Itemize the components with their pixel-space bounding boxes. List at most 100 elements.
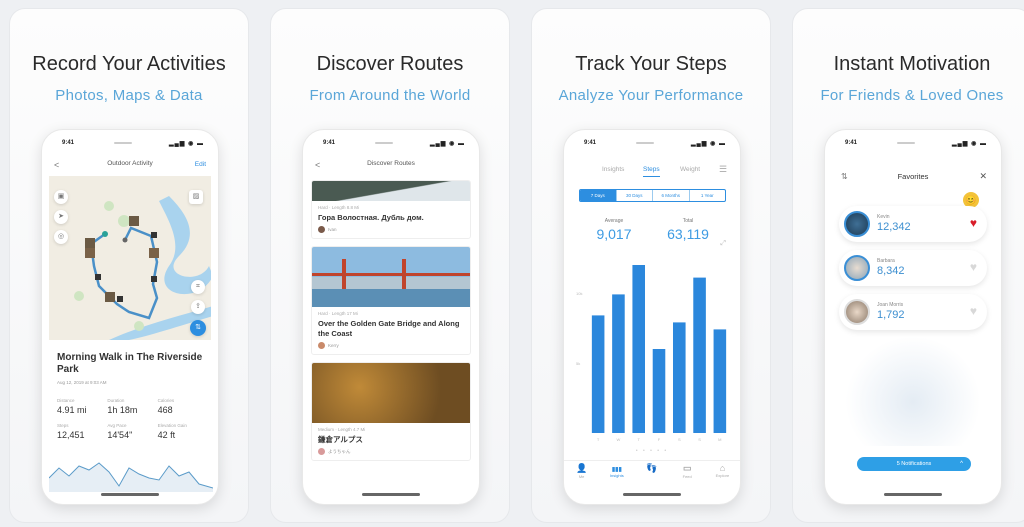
heart-icon[interactable]: ♥	[970, 304, 977, 318]
avatar	[844, 299, 870, 325]
route-list: Hard · Length 8.8 Mi Гора Волостная. Дуб…	[311, 180, 471, 468]
tab-insights[interactable]: Insights	[602, 166, 624, 173]
phone-activity: 9:41 ▂▄▆ ◉ ▬ < Outdoor Activity Edit ▣ ➤ …	[41, 129, 219, 505]
stat-duration: Duration 1h 18m	[107, 398, 138, 415]
avatar	[318, 226, 325, 233]
home-indicator	[101, 493, 159, 496]
favorite-item[interactable]: Barbara 8,342 ♥	[839, 250, 987, 286]
avatar	[318, 342, 325, 349]
nav-title: Discover Routes	[367, 160, 415, 167]
phone-steps: 9:41 ▂▄▆ ◉ ▬ Insights Steps Weight ☰ 7 Da…	[563, 129, 741, 505]
panel-discover-routes: Discover Routes From Around the World 9:…	[270, 8, 510, 523]
share-icon[interactable]: ⇪	[191, 300, 205, 314]
panel-title: Record Your Activities	[32, 53, 226, 75]
route-card[interactable]: Medium · Length 4.7 Mi 鎌倉アルプス ようちゃん	[311, 362, 471, 461]
range-7-days[interactable]: 7 Days	[580, 190, 616, 201]
tabbar-insights[interactable]: ▮▮▮ Insights	[599, 461, 634, 488]
globe-icon[interactable]: ◎	[54, 230, 68, 244]
x-tick-label: M	[718, 437, 721, 442]
swap-icon[interactable]: ⇅	[190, 320, 206, 336]
expand-icon[interactable]: ⤢	[720, 240, 726, 248]
tab-bar: 👤 Me ▮▮▮ Insights 👣 ▭ Feed ⌂ Explore	[564, 460, 740, 488]
route-card[interactable]: Hard · Length 8.8 Mi Гора Волостная. Дуб…	[311, 180, 471, 239]
range-30-days[interactable]: 30 Days	[615, 190, 653, 201]
activity-title: Morning Walk in The Riverside Park	[57, 352, 203, 375]
x-tick-label: T	[597, 437, 600, 442]
status-bar: 9:41 ▂▄▆ ◉ ▬	[845, 140, 987, 147]
page-dots: • • • • •	[635, 448, 669, 454]
bar-1	[612, 294, 625, 433]
status-bar: 9:41 ▂▄▆ ◉ ▬	[62, 140, 204, 147]
y-tick-label: 10k	[576, 291, 582, 296]
signal-icons: ▂▄▆ ◉ ▬	[168, 141, 204, 147]
tabbar-me[interactable]: 👤 Me	[564, 461, 599, 488]
heart-icon[interactable]: ♥	[970, 216, 977, 230]
panel-track-steps: Track Your Steps Analyze Your Performanc…	[531, 8, 771, 523]
status-bar: 9:41 ▂▄▆ ◉ ▬	[323, 140, 465, 147]
route-map[interactable]: ▣ ➤ ◎ ▨ ⌗ ⇪ ⇅	[49, 176, 211, 340]
avatar	[844, 255, 870, 281]
range-1-year[interactable]: 1 Year	[688, 190, 726, 201]
tabbar-steps[interactable]: 👣	[634, 461, 669, 488]
stat-steps: Steps 12,451	[57, 423, 85, 440]
layers-icon[interactable]: ▣	[54, 190, 68, 204]
range-selector: 7 Days 30 Days 6 Months 1 Year	[579, 189, 726, 202]
x-tick-label: S	[678, 437, 681, 442]
elevation-chart	[49, 462, 213, 492]
panel-subtitle: From Around the World	[309, 87, 471, 104]
x-tick-label: S	[698, 437, 701, 442]
settings-sliders-icon[interactable]: ☰	[719, 164, 727, 175]
panel-subtitle: Photos, Maps & Data	[55, 87, 203, 104]
chevron-up-icon: ^	[960, 461, 963, 467]
favorites-header: ⇅ Favorites ✕	[825, 171, 1001, 182]
activity-date: Aug 12, 2019 at 9:03 AM	[57, 380, 107, 385]
nav-title: Outdoor Activity	[107, 160, 153, 167]
average-metric: Average 9,017	[596, 218, 632, 242]
stat-elevation: Elevation Gain 42 ft	[157, 423, 187, 440]
add-photo-icon[interactable]: ▨	[189, 190, 203, 204]
home-indicator	[623, 493, 681, 496]
panel-record-activities: Record Your Activities Photos, Maps & Da…	[9, 8, 249, 523]
phone-routes: 9:41 ▂▄▆ ◉ ▬ < Discover Routes Hard · Len…	[302, 129, 480, 505]
back-button[interactable]: <	[54, 160, 59, 170]
bar-2	[632, 265, 646, 433]
tabbar-feed[interactable]: ▭ Feed	[670, 461, 705, 488]
route-title: 鎌倉アルプス	[318, 435, 363, 444]
nav-bar: < Outdoor Activity Edit	[42, 160, 218, 176]
route-title: Гора Волостная. Дубль дом.	[318, 213, 424, 222]
favorites-title: Favorites	[897, 172, 929, 181]
phone-favorites: 9:41 ▂▄▆ ◉ ▬ ⇅ Favorites ✕ 😊 Kevin 12,342…	[824, 129, 1002, 505]
heart-icon[interactable]: ♥	[970, 260, 977, 274]
total-metric: Total 63,119	[667, 218, 709, 242]
route-photo	[312, 181, 470, 201]
favorite-item[interactable]: Kevin 12,342 ♥	[839, 206, 987, 242]
avatar	[844, 211, 870, 237]
range-6-months[interactable]: 6 Months	[652, 190, 689, 201]
nav-bar: < Discover Routes	[303, 160, 479, 176]
notifications-button[interactable]: 5 Notifications ^	[857, 457, 971, 471]
panel-instant-motivation: Instant Motivation For Friends & Loved O…	[792, 8, 1024, 523]
tab-steps[interactable]: Steps	[643, 166, 660, 177]
favorite-item[interactable]: Joan Morris 1,792 ♥	[839, 294, 987, 330]
crop-icon[interactable]: ⌗	[191, 280, 205, 294]
back-button[interactable]: <	[315, 160, 320, 170]
close-icon[interactable]: ✕	[979, 171, 987, 182]
x-tick-label: F	[658, 437, 661, 442]
bar-0	[591, 315, 605, 433]
steps-bar-chart: 5k 10k T W T F S S M	[576, 265, 727, 442]
x-tick-label: T	[637, 437, 640, 442]
edit-button[interactable]: Edit	[195, 161, 206, 168]
route-card[interactable]: Hard · Length 17 Mi Over the Golden Gate…	[311, 246, 471, 355]
panel-subtitle: For Friends & Loved Ones	[820, 87, 1004, 104]
favorites-list: Kevin 12,342 ♥ Barbara 8,342 ♥ Joan Morr…	[839, 206, 987, 338]
panel-title: Track Your Steps	[575, 53, 727, 75]
tab-weight[interactable]: Weight	[680, 166, 700, 173]
panel-title: Instant Motivation	[833, 53, 991, 75]
route-photo	[312, 363, 470, 423]
tabbar-explore[interactable]: ⌂ Explore	[705, 461, 740, 488]
home-indicator	[362, 493, 420, 496]
location-icon[interactable]: ➤	[54, 210, 68, 224]
filter-icon[interactable]: ⇅	[841, 172, 848, 181]
panel-subtitle: Analyze Your Performance	[558, 87, 744, 104]
panel-title: Discover Routes	[316, 53, 464, 75]
